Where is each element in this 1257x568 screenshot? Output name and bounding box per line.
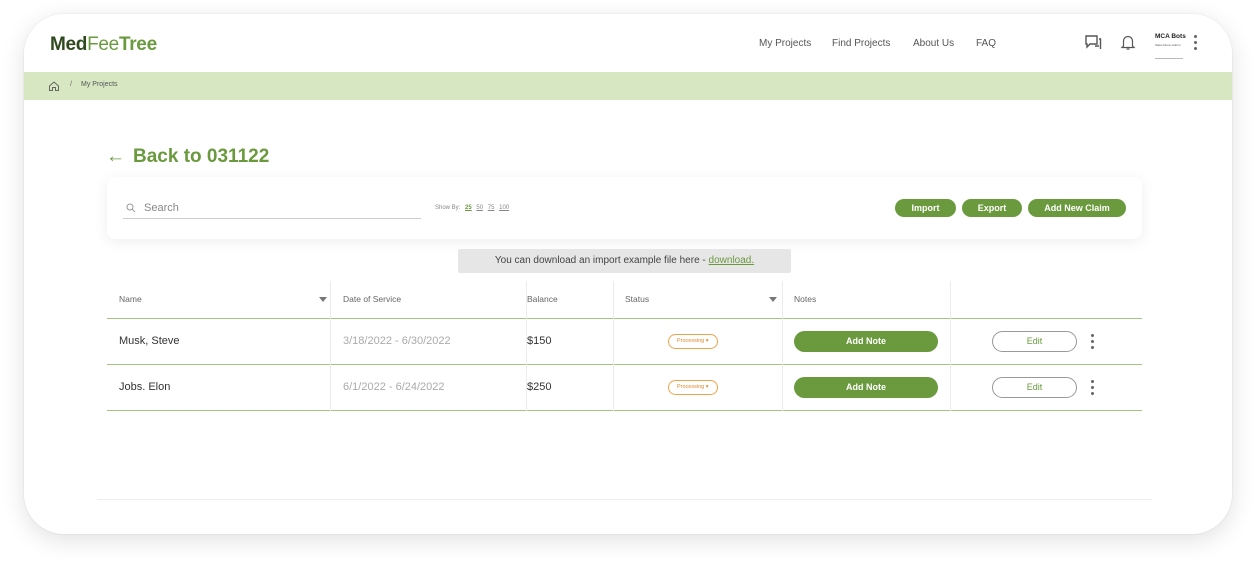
user-divider [1155,58,1183,59]
cell-balance: $250 [527,381,552,393]
top-bar: MedFeeTree My Projects Find Projects Abo… [24,14,1232,72]
cell-name: Jobs. Elon [119,381,171,393]
show-by-option-75[interactable]: 75 [488,205,495,211]
cell-balance: $150 [527,335,552,347]
search-input[interactable] [123,197,421,219]
column-divider [330,365,331,411]
status-dropdown[interactable]: Processing ▾ [668,334,718,349]
column-divider [330,281,331,319]
nav-my-projects[interactable]: My Projects [759,38,811,49]
user-name[interactable]: MCA Bots [1155,33,1186,40]
add-note-button[interactable]: Add Note [794,331,938,352]
show-by: Show By: 25 50 75 100 [435,205,509,211]
row-menu-icon[interactable] [1090,380,1096,396]
show-by-label: Show By: [435,205,461,211]
breadcrumb-item-my-projects[interactable]: My Projects [81,81,118,88]
column-divider [782,319,783,365]
logo-tree: Tree [118,34,157,55]
column-divider [613,281,614,319]
search-icon [126,203,136,213]
column-divider [950,365,951,411]
cell-date-of-service: 3/18/2022 - 6/30/2022 [343,335,451,347]
table-row: Jobs. Elon 6/1/2022 - 6/24/2022 $250 Pro… [107,365,1142,411]
add-note-button[interactable]: Add Note [794,377,938,398]
edit-button[interactable]: Edit [992,331,1077,352]
show-by-option-100[interactable]: 100 [499,205,509,211]
cell-date-of-service: 6/1/2022 - 6/24/2022 [343,381,445,393]
back-link[interactable]: ← Back to 031122 [106,146,269,168]
show-by-option-25[interactable]: 25 [465,205,472,211]
column-header-balance[interactable]: Balance [527,294,558,304]
column-divider [613,319,614,365]
app-window: MedFeeTree My Projects Find Projects Abo… [24,14,1232,534]
toolbar-card: Show By: 25 50 75 100 Import Export Add … [107,177,1142,239]
column-divider [782,365,783,411]
cell-name: Musk, Steve [119,335,180,347]
import-button[interactable]: Import [895,199,956,217]
column-divider [782,281,783,319]
chat-icon[interactable] [1084,33,1102,51]
show-by-option-50[interactable]: 50 [476,205,483,211]
logo-fee: Fee [87,34,119,55]
nav-find-projects[interactable]: Find Projects [832,38,890,49]
breadcrumb: / My Projects [24,72,1232,100]
footer-divider [97,499,1152,500]
row-menu-icon[interactable] [1090,334,1096,350]
banner-text: You can download an import example file … [494,255,709,266]
nav-about-us[interactable]: About Us [913,38,954,49]
user-menu-icon[interactable] [1193,35,1199,51]
edit-button[interactable]: Edit [992,377,1077,398]
logo[interactable]: MedFeeTree [50,34,157,56]
table-row: Musk, Steve 3/18/2022 - 6/30/2022 $150 P… [107,319,1142,365]
caret-down-icon[interactable] [319,297,327,302]
home-icon[interactable] [48,80,60,92]
caret-down-icon[interactable] [769,297,777,302]
claims-table: Name Date of Service Balance Status Note… [107,281,1142,411]
column-header-name[interactable]: Name [119,294,142,304]
breadcrumb-separator: / [70,81,72,88]
download-link[interactable]: download. [709,255,755,266]
status-dropdown[interactable]: Processing ▾ [668,380,718,395]
export-button[interactable]: Export [962,199,1022,217]
column-header-status[interactable]: Status [625,294,649,304]
column-divider [613,365,614,411]
bell-icon[interactable] [1119,33,1137,51]
user-subtitle: Sales Demo Admin [1155,43,1181,47]
column-divider [950,319,951,365]
back-label: Back to 031122 [133,146,270,167]
import-info-banner: You can download an import example file … [458,249,791,273]
column-header-notes[interactable]: Notes [794,294,816,304]
table-header: Name Date of Service Balance Status Note… [107,281,1142,319]
column-header-date[interactable]: Date of Service [343,294,401,304]
back-arrow-icon: ← [106,146,125,167]
logo-med: Med [50,34,88,55]
column-divider [330,319,331,365]
nav-faq[interactable]: FAQ [976,38,996,49]
add-new-claim-button[interactable]: Add New Claim [1028,199,1126,217]
column-divider [950,281,951,319]
